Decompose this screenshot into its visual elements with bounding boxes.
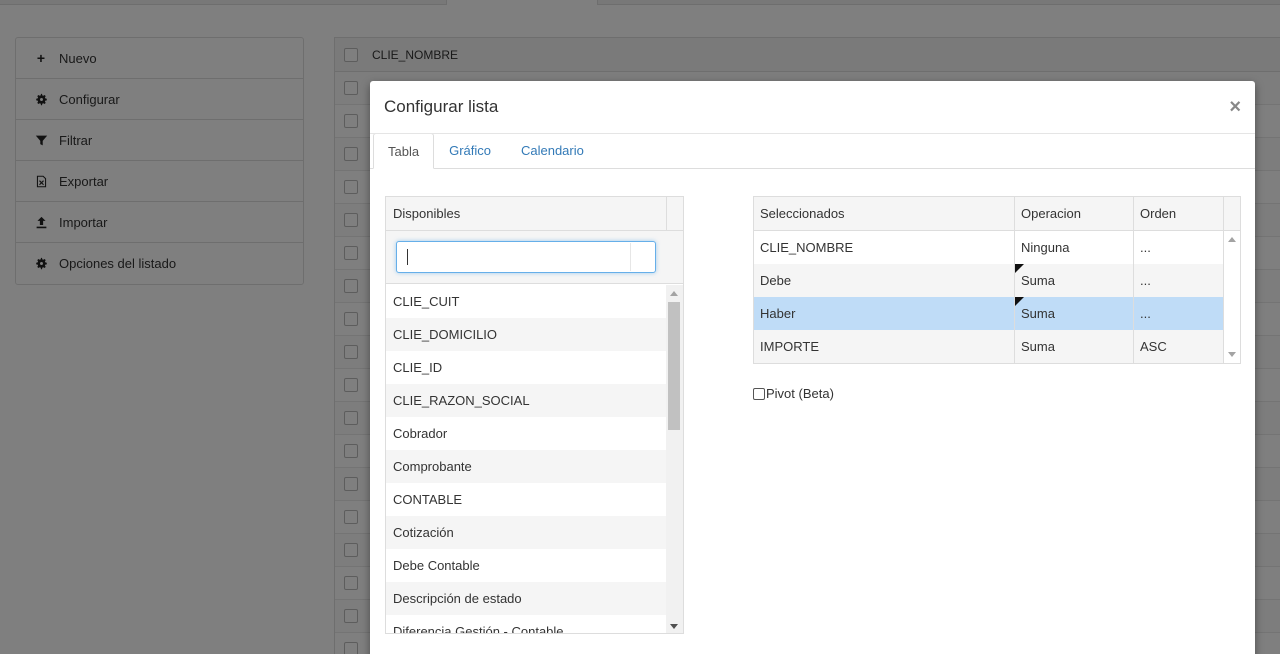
header-orden: Orden — [1134, 197, 1224, 230]
pivot-checkbox[interactable] — [753, 387, 765, 400]
cell-operacion[interactable]: Ninguna — [1015, 231, 1134, 264]
list-item[interactable]: CLIE_RAZON_SOCIAL — [386, 384, 667, 417]
cell-campo-text: IMPORTE — [760, 339, 819, 354]
disponibles-list: CLIE_CUIT CLIE_DOMICILIO CLIE_ID CLIE_RAZON… — [386, 285, 667, 633]
disponibles-panel: Disponibles CLIE_CUIT CLIE_DOMICILIO CLIE_… — [385, 196, 684, 634]
tab-bar: Tabla Gráfico Calendario — [370, 133, 1255, 169]
tab-grafico[interactable]: Gráfico — [434, 133, 506, 168]
scroll-up-icon[interactable] — [1228, 237, 1236, 242]
pivot-option[interactable]: Pivot (Beta) — [753, 386, 834, 401]
cell-campo[interactable]: Haber — [754, 297, 1015, 330]
table-row[interactable]: IMPORTE Suma ASC — [754, 330, 1240, 363]
cell-orden[interactable]: ... — [1134, 264, 1224, 297]
scroll-thumb[interactable] — [668, 302, 680, 430]
scroll-down-icon[interactable] — [670, 624, 678, 629]
cell-campo[interactable]: CLIE_NOMBRE — [754, 231, 1015, 264]
disponibles-header: Disponibles — [386, 197, 683, 283]
cell-operacion-text: Ninguna — [1021, 240, 1070, 255]
cell-campo[interactable]: Debe — [754, 264, 1015, 297]
cell-operacion[interactable]: Suma — [1015, 330, 1134, 363]
tab-tabla[interactable]: Tabla — [373, 133, 435, 169]
table-row[interactable]: Debe Suma... — [754, 264, 1240, 297]
seleccionados-panel: Seleccionados Operacion Orden CLIE_NOMBR… — [753, 196, 1241, 364]
table-row[interactable]: CLIE_NOMBRE Ninguna... — [754, 231, 1240, 264]
disponibles-filter-row — [386, 231, 683, 284]
header-operacion: Operacion — [1015, 197, 1134, 230]
cell-orden[interactable]: ... — [1134, 231, 1224, 264]
input-divider — [630, 243, 631, 271]
list-item[interactable]: CLIE_CUIT — [386, 285, 667, 318]
disponibles-search-input[interactable] — [396, 241, 656, 273]
list-item[interactable]: Cotización — [386, 516, 667, 549]
list-item[interactable]: CONTABLE — [386, 483, 667, 516]
modal-header: Configurar lista × — [370, 81, 1255, 134]
cell-orden-text: ... — [1140, 306, 1151, 321]
cell-campo-text: CLIE_NOMBRE — [760, 240, 854, 255]
seleccionados-body: CLIE_NOMBRE Ninguna... Debe Suma... Haber Sum… — [754, 231, 1240, 363]
cell-campo-text: Debe — [760, 273, 792, 288]
cell-operacion-text: Suma — [1021, 273, 1055, 288]
disponibles-scrollbar[interactable] — [666, 285, 683, 633]
tab-calendario[interactable]: Calendario — [506, 133, 599, 168]
configurar-lista-modal: Configurar lista × Tabla Gráfico Calenda… — [370, 81, 1255, 654]
dirty-marker-icon — [1015, 297, 1024, 306]
seleccionados-header: Seleccionados Operacion Orden — [754, 197, 1240, 231]
pivot-label: Pivot (Beta) — [766, 386, 834, 401]
list-item[interactable]: Diferencia Gestión - Contable — [386, 615, 667, 633]
modal-title: Configurar lista — [384, 97, 499, 116]
table-row[interactable]: Haber Suma... — [754, 297, 1240, 330]
header-seleccionados: Seleccionados — [754, 197, 1015, 230]
cell-operacion[interactable]: Suma — [1015, 264, 1134, 297]
cell-orden-text: ASC — [1140, 339, 1167, 354]
header-spacer — [1224, 197, 1240, 230]
list-item[interactable]: Descripción de estado — [386, 582, 667, 615]
cell-campo[interactable]: IMPORTE — [754, 330, 1015, 363]
text-cursor — [407, 249, 408, 265]
list-item[interactable]: Debe Contable — [386, 549, 667, 582]
cell-operacion-text: Suma — [1021, 339, 1055, 354]
cell-operacion[interactable]: Suma — [1015, 297, 1134, 330]
cell-orden-text: ... — [1140, 240, 1151, 255]
cell-orden[interactable]: ... — [1134, 297, 1224, 330]
close-icon[interactable]: × — [1229, 97, 1241, 117]
cell-orden[interactable]: ASC — [1134, 330, 1224, 363]
cell-operacion-text: Suma — [1021, 306, 1055, 321]
dirty-marker-icon — [1015, 264, 1024, 273]
list-item[interactable]: CLIE_ID — [386, 351, 667, 384]
list-item[interactable]: Comprobante — [386, 450, 667, 483]
seleccionados-scrollbar[interactable] — [1224, 231, 1240, 363]
scroll-down-icon[interactable] — [1228, 352, 1236, 357]
list-item[interactable]: Cobrador — [386, 417, 667, 450]
scroll-up-icon[interactable] — [670, 291, 678, 296]
cell-orden-text: ... — [1140, 273, 1151, 288]
disponibles-header-label: Disponibles — [393, 206, 461, 221]
list-item[interactable]: CLIE_DOMICILIO — [386, 318, 667, 351]
cell-campo-text: Haber — [760, 306, 796, 321]
